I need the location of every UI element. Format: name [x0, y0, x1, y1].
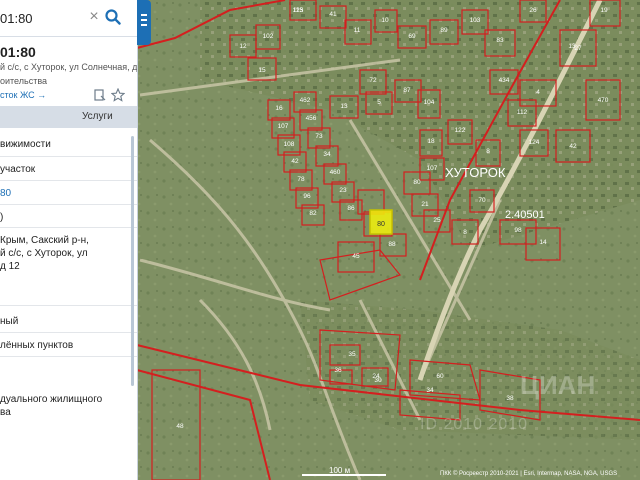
detail-row: Крым, Сакский р-н, [0, 235, 89, 246]
parcel-number-label: 34 [323, 151, 331, 158]
parcel-number-label: 70 [478, 197, 486, 204]
parcel-number-label: 73 [315, 133, 323, 140]
parcel-number-label: 102 [263, 33, 274, 40]
divider [0, 204, 137, 205]
parcel-number-label: 470 [598, 97, 609, 104]
parcel-number-label: 35 [348, 351, 356, 358]
parcel-number-label: 10 [381, 17, 389, 24]
parcel-number-label: 12 [239, 43, 247, 50]
parcel-number-label: 30 [374, 377, 382, 384]
parcel-number-label: 41 [329, 11, 337, 18]
parcel-number-label: 124 [529, 139, 540, 146]
parcel-number-label: 98 [514, 227, 522, 234]
watermark: ЦИАН [520, 370, 596, 400]
parcel-number-label: 89 [440, 27, 448, 34]
parcel-number-label: 38 [506, 395, 514, 402]
parcel-number-label: 13 [340, 103, 348, 110]
detail-row: д 12 [0, 261, 20, 272]
detail-row: ный [0, 316, 19, 327]
cadastral-quarter-label: 2.40501 [505, 209, 545, 221]
detail-row: вижимости [0, 139, 51, 150]
parcel-number-label: 11 [354, 27, 361, 34]
parcel-number-label: 87 [403, 87, 411, 94]
detail-row: й с/с, с Хуторок, ул [0, 248, 88, 259]
parcel-number-label: 456 [306, 115, 317, 122]
parcel-number-label: 107 [427, 165, 438, 172]
parcel-number-label: 18 [427, 138, 435, 145]
parcel-number-label: 115 [293, 7, 304, 14]
search-input[interactable] [0, 0, 84, 36]
detail-row-link[interactable]: 80 [0, 188, 137, 199]
object-address: й с/с, с Хуторок, ул Солнечная, д 12 [0, 62, 138, 72]
scrollbar[interactable] [131, 136, 134, 386]
parcel-number-label: 42 [291, 158, 299, 165]
parcel-number-label: 107 [278, 123, 289, 130]
parcel-number-label: 16 [275, 105, 283, 112]
divider [0, 156, 137, 157]
parcel-number-label: 96 [303, 193, 311, 200]
object-purpose: оительства [0, 76, 48, 86]
share-icon[interactable] [93, 88, 107, 102]
parcel-number-label: 434 [499, 77, 510, 84]
detail-row: участок [0, 164, 36, 175]
parcel-number-label: 462 [300, 97, 311, 104]
parcel-number-label: 48 [176, 423, 184, 430]
parcel-number-label: 21 [421, 201, 429, 208]
divider [0, 180, 137, 181]
detail-row: дуального жилищного [0, 394, 103, 405]
parcel-number-label: 19 [600, 7, 608, 14]
star-icon[interactable] [110, 87, 126, 102]
object-link[interactable]: сток ЖС → [0, 90, 46, 100]
parcel-number-label: 4 [536, 89, 540, 96]
parcel-number-label: 27 [574, 45, 582, 52]
parcel-number-label: 42 [569, 143, 577, 150]
side-panel: × 01:80 й с/с, с Хуторок, ул Солнечная, … [0, 0, 138, 480]
parcel-number-label: 88 [388, 241, 396, 248]
parcel-number-label: 69 [408, 33, 416, 40]
parcel-number-label: 103 [470, 17, 481, 24]
watermark-id: ID 2010 2010 [420, 416, 529, 433]
parcel-number-label: 78 [297, 176, 305, 183]
tab-services[interactable]: Услуги [82, 111, 113, 122]
parcel-number-label: 112 [517, 109, 528, 116]
parcel-number-label: 5 [377, 99, 381, 106]
parcel-number-label: 82 [309, 210, 317, 217]
divider [0, 332, 137, 333]
detail-row: ва [0, 407, 11, 418]
parcel-number-label: 86 [347, 205, 355, 212]
parcel-number-label: 80 [413, 179, 421, 186]
parcel-number-label: 104 [424, 99, 435, 106]
divider [0, 356, 137, 357]
parcel-number-label: 72 [369, 77, 377, 84]
parcel-number-label: 34 [426, 387, 434, 394]
parcel-number-label: 108 [284, 141, 295, 148]
village-label: ХУТОРОК [445, 165, 506, 180]
parcel-number-label: 60 [436, 373, 444, 380]
parcel-number-label: 26 [529, 7, 537, 14]
detail-row: лённых пунктов [0, 340, 74, 351]
parcel-number-label: 8 [486, 148, 490, 155]
parcel-number-label: 460 [330, 169, 341, 176]
parcel-number-label: 23 [339, 187, 347, 194]
parcel-number-label: 122 [455, 127, 466, 134]
menu-toggle-button[interactable] [137, 0, 151, 45]
detail-row: ) [0, 212, 4, 223]
parcel-number-label: 36 [334, 367, 342, 374]
search-icon[interactable] [101, 2, 125, 32]
search-bar: × [0, 0, 137, 37]
parcel-number-label: 25 [433, 217, 441, 224]
scale-label: 100 м [329, 466, 351, 475]
map-attribution: ПКК © Росреестр 2010-2021 | Esri, Interm… [440, 471, 618, 477]
close-icon[interactable]: × [86, 9, 102, 25]
parcel-number-label: 83 [496, 37, 504, 44]
parcel-number-label: 45 [352, 253, 360, 260]
parcel-number-label: 15 [258, 67, 266, 74]
divider [0, 227, 137, 228]
object-title: 01:80 [0, 44, 36, 60]
divider [0, 305, 137, 306]
tab-bar: Услуги [0, 106, 137, 128]
selected-parcel-label: 80 [377, 221, 385, 228]
parcel-number-label: 8 [463, 229, 467, 236]
parcel-number-label: 14 [539, 239, 547, 246]
